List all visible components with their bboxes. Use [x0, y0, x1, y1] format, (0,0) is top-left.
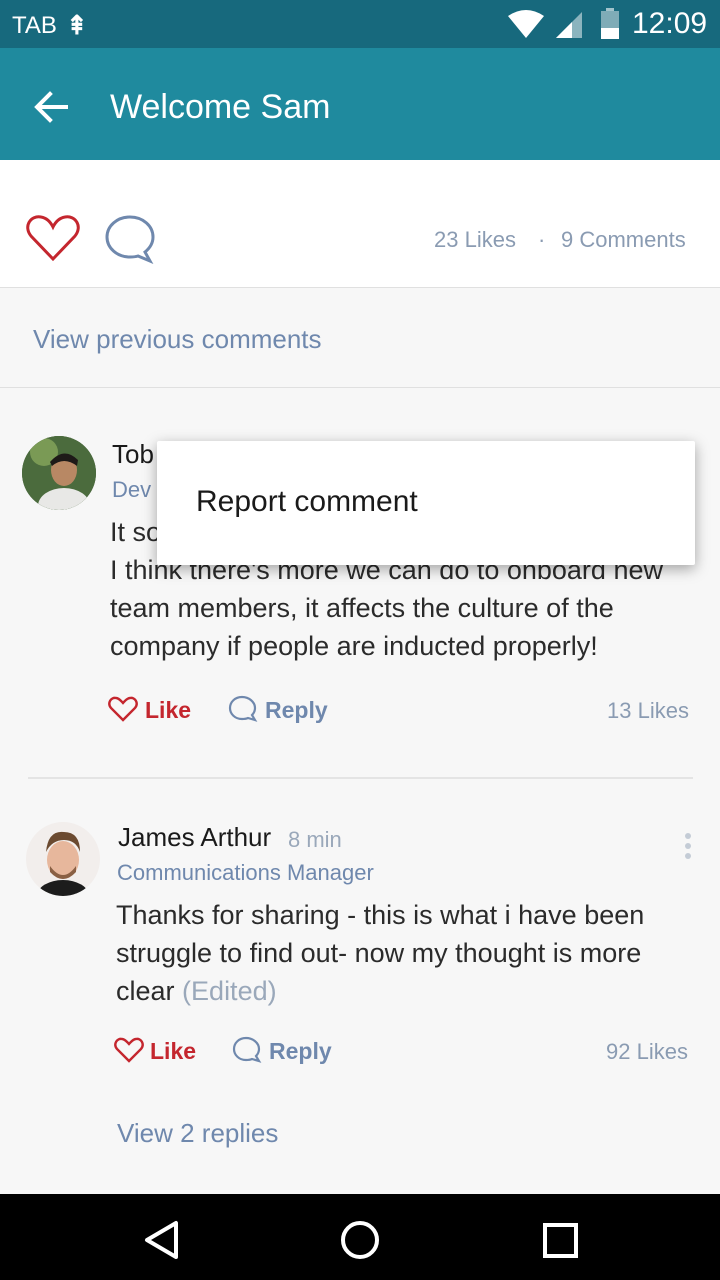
- comment-context-menu: Report comment: [157, 441, 695, 565]
- report-comment-menu-item[interactable]: Report comment: [196, 485, 418, 519]
- comment-text-partial: It so: [110, 517, 162, 547]
- page-title: Welcome Sam: [110, 88, 331, 126]
- comment-text: I think there's more we can do to onboar…: [110, 555, 663, 661]
- battery-icon: [601, 8, 619, 39]
- more-options-icon[interactable]: [682, 832, 694, 862]
- wifi-icon: [508, 10, 544, 38]
- comment-author-name[interactable]: Tob: [112, 439, 154, 470]
- avatar[interactable]: [26, 822, 100, 896]
- reply-bubble-icon[interactable]: [232, 1036, 262, 1064]
- avatar-photo-icon: [26, 822, 100, 896]
- recents-nav-icon[interactable]: [540, 1220, 582, 1262]
- like-button[interactable]: Like: [145, 697, 191, 724]
- like-button[interactable]: Like: [150, 1038, 196, 1065]
- comment-text: Thanks for sharing - this is what i have…: [116, 896, 706, 1010]
- like-heart-icon[interactable]: [108, 696, 138, 722]
- avatar-photo-icon: [22, 436, 96, 510]
- reply-button[interactable]: Reply: [269, 1038, 332, 1065]
- antenna-icon: ⇞: [66, 10, 88, 40]
- avatar[interactable]: [22, 436, 96, 510]
- app-bar: [0, 48, 720, 160]
- reply-button[interactable]: Reply: [265, 697, 328, 724]
- comment-author-role: Dev: [112, 477, 152, 502]
- comment-divider: [28, 777, 693, 779]
- post-comments-count[interactable]: 9 Comments: [561, 227, 686, 253]
- edited-label: (Edited): [182, 976, 277, 1006]
- home-nav-icon[interactable]: [338, 1218, 382, 1262]
- reply-bubble-icon[interactable]: [228, 695, 258, 723]
- view-replies-link[interactable]: View 2 replies: [117, 1118, 278, 1149]
- comment-timestamp: 8 min: [288, 827, 342, 852]
- back-nav-icon[interactable]: [140, 1218, 184, 1262]
- post-likes-count[interactable]: 23 Likes: [434, 227, 516, 253]
- heart-icon[interactable]: [26, 214, 80, 262]
- comment-likes-count[interactable]: 13 Likes: [607, 698, 689, 724]
- comment-author-name[interactable]: James Arthur: [118, 822, 271, 853]
- counts-separator: ·: [538, 227, 546, 252]
- status-time: 12:09: [632, 7, 708, 40]
- comment-bubble-icon[interactable]: [104, 214, 158, 264]
- view-previous-comments-link[interactable]: View previous comments: [33, 324, 322, 355]
- like-heart-icon[interactable]: [114, 1037, 144, 1063]
- signal-icon: [556, 12, 582, 38]
- carrier-label: TAB: [12, 12, 57, 39]
- comment-author-role: Communications Manager: [117, 860, 374, 885]
- back-arrow-icon[interactable]: [32, 89, 68, 125]
- comment-likes-count[interactable]: 92 Likes: [606, 1039, 688, 1065]
